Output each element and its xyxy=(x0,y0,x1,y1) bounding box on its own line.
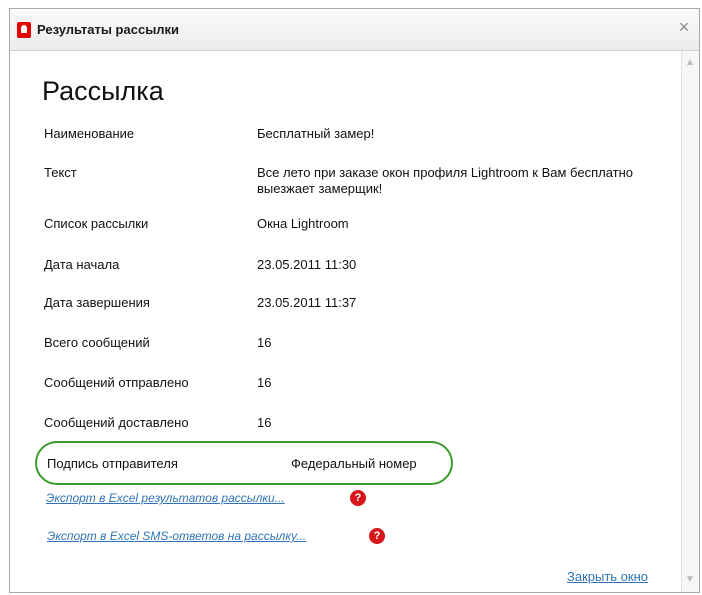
field-value: 16 xyxy=(257,375,272,390)
export-results-link[interactable]: Экспорт в Excel результатов рассылки... xyxy=(46,491,285,505)
field-label: Всего сообщений xyxy=(44,335,150,350)
field-label: Дата завершения xyxy=(44,295,150,310)
field-value: Федеральный номер xyxy=(291,456,417,471)
field-label: Дата начала xyxy=(44,257,120,272)
dialog-window: Результаты рассылки × Рассылка Наименова… xyxy=(9,8,700,593)
field-value: 23.05.2011 11:30 xyxy=(257,257,357,272)
field-label: Сообщений отправлено xyxy=(44,375,189,390)
close-window-link[interactable]: Закрыть окно xyxy=(567,569,648,584)
field-value: Все лето при заказе окон профиля Lightro… xyxy=(257,165,634,196)
scroll-up-icon[interactable]: ▲ xyxy=(684,57,696,69)
field-value: Окна Lightroom xyxy=(257,216,349,231)
logo-icon xyxy=(17,22,31,38)
field-label: Текст xyxy=(44,165,77,180)
field-value: 16 xyxy=(257,415,272,430)
title-bar: Результаты рассылки × xyxy=(10,9,699,51)
export-sms-link[interactable]: Экспорт в Excel SMS-ответов на рассылку.… xyxy=(47,529,306,543)
window-title: Результаты рассылки xyxy=(37,22,180,37)
dialog-content: Рассылка Наименование Бесплатный замер! … xyxy=(10,51,682,592)
help-icon[interactable]: ? xyxy=(369,528,385,544)
field-label: Подпись отправителя xyxy=(47,456,178,471)
close-icon[interactable]: × xyxy=(674,17,694,37)
sender-signature-highlight: Подпись отправителя Федеральный номер xyxy=(35,441,453,485)
help-icon[interactable]: ? xyxy=(350,490,366,506)
field-value: 16 xyxy=(257,335,272,350)
field-value: 23.05.2011 11:37 xyxy=(257,295,357,310)
scrollbar[interactable]: ▲ ▼ xyxy=(681,51,699,592)
field-label: Сообщений доставлено xyxy=(44,415,189,430)
scroll-down-icon[interactable]: ▼ xyxy=(684,574,696,586)
page-title: Рассылка xyxy=(42,76,164,106)
field-label: Наименование xyxy=(44,126,135,141)
field-label: Список рассылки xyxy=(44,216,149,231)
field-value: Бесплатный замер! xyxy=(257,126,375,141)
